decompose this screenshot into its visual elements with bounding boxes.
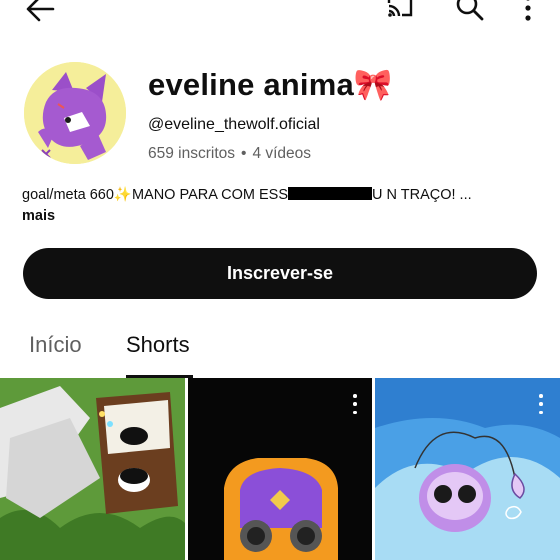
description-text-start: goal/meta 660✨MANO PARA COM ESS [22, 187, 288, 203]
channel-tabs: Início Shorts [0, 322, 560, 378]
top-app-bar [0, 0, 560, 36]
tab-home[interactable]: Início [29, 332, 82, 358]
tab-shorts[interactable]: Shorts [126, 332, 190, 358]
cast-icon [387, 0, 413, 17]
short-thumbnail[interactable] [0, 378, 185, 560]
stats-separator: • [241, 145, 247, 162]
channel-name: eveline anima🎀 [148, 67, 393, 102]
video-count: 4 vídeos [252, 145, 312, 162]
channel-stats: 659 inscritos • 4 vídeos [148, 145, 311, 163]
short-thumbnail-image [375, 378, 560, 560]
search-button[interactable] [450, 0, 490, 26]
short-thumbnail-image [0, 378, 185, 560]
short-thumbnail-image [188, 378, 372, 560]
description-text-end: U N TRAÇO! ... [372, 187, 472, 203]
arrow-left-icon [26, 0, 55, 22]
back-button[interactable] [20, 0, 60, 26]
description-more-link[interactable]: mais [22, 208, 55, 224]
more-vertical-icon [525, 0, 531, 21]
cast-button[interactable] [380, 0, 420, 26]
shorts-grid [0, 378, 560, 560]
channel-handle: @eveline_thewolf.oficial [148, 116, 320, 133]
short-thumbnail[interactable] [375, 378, 560, 560]
avatar-illustration [24, 62, 126, 164]
short-options-button[interactable] [538, 394, 544, 414]
subscriber-count: 659 inscritos [148, 145, 236, 162]
redaction-bar [288, 187, 372, 200]
subscribe-button[interactable]: Inscrever-se [23, 248, 537, 299]
channel-description[interactable]: goal/meta 660✨MANO PARA COM ESS U N TRAÇO… [22, 186, 472, 203]
short-options-button[interactable] [352, 394, 358, 414]
short-thumbnail[interactable] [188, 378, 372, 560]
more-options-button[interactable] [510, 0, 546, 26]
channel-avatar[interactable] [24, 62, 126, 164]
search-icon [456, 0, 484, 21]
